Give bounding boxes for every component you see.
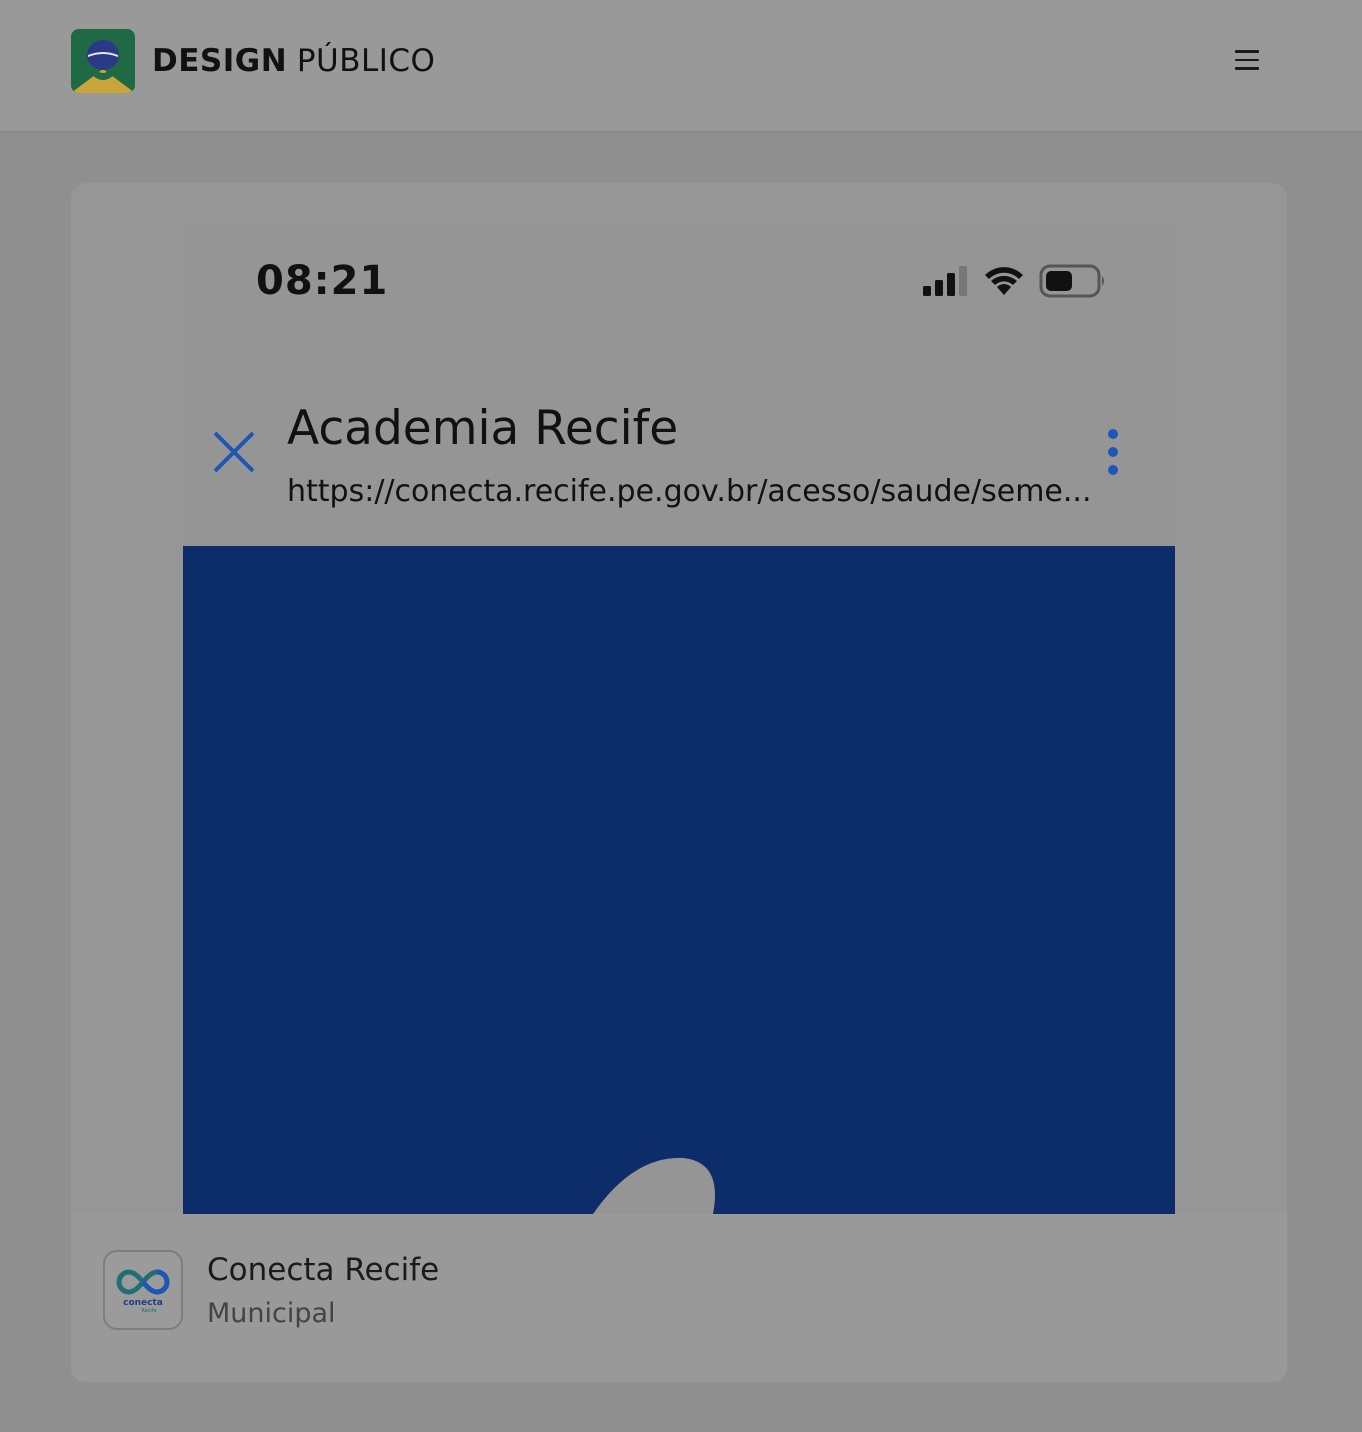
- webview-content: [183, 546, 1175, 1214]
- cellular-signal-icon: [923, 266, 967, 296]
- wifi-icon: [985, 267, 1023, 295]
- conecta-recife-app-icon[interactable]: conecta Recife: [103, 1250, 183, 1330]
- brand-name-bold: DESIGN: [152, 43, 288, 79]
- conecta-recife-logo: conecta Recife: [116, 1269, 170, 1314]
- status-bar-icons: [923, 264, 1107, 298]
- app-icon-subtext: Recife: [141, 1308, 156, 1314]
- close-icon: [213, 431, 255, 473]
- webview-loading-shape: [593, 1157, 715, 1214]
- status-bar-time: 08:21: [256, 258, 389, 304]
- app-showcase-card[interactable]: 08:21 Academia Recife https://conecta.re…: [71, 183, 1287, 1382]
- app-icon-text: conecta: [123, 1298, 163, 1308]
- app-name: Conecta Recife: [207, 1252, 440, 1288]
- battery-icon: [1039, 264, 1104, 298]
- more-vertical-icon-dot: [1108, 465, 1118, 475]
- app-info-footer: conecta Recife Conecta Recife Municipal: [71, 1214, 1287, 1382]
- more-vertical-icon-dot: [1108, 447, 1118, 457]
- site-header: DESIGN PÚBLICO: [0, 0, 1362, 133]
- design-publico-logo: [71, 28, 135, 93]
- hamburger-menu-icon-line: [1235, 67, 1259, 70]
- close-button[interactable]: [213, 431, 255, 473]
- hamburger-menu-icon: [1235, 50, 1259, 53]
- more-vertical-icon: [1108, 429, 1118, 439]
- hamburger-menu-button[interactable]: [1222, 40, 1272, 80]
- brand-name-light: PÚBLICO: [296, 43, 436, 79]
- brand-name: DESIGN PÚBLICO: [152, 28, 435, 93]
- hamburger-menu-icon-line: [1235, 58, 1259, 62]
- browser-page-url: https://conecta.recife.pe.gov.br/acesso/…: [287, 474, 1092, 509]
- app-category: Municipal: [207, 1298, 336, 1329]
- brand-home-link[interactable]: DESIGN PÚBLICO: [71, 28, 435, 93]
- app-screenshot: 08:21 Academia Recife https://conecta.re…: [183, 226, 1175, 1214]
- browser-page-title: Academia Recife: [287, 401, 679, 456]
- more-options-button[interactable]: [1103, 429, 1123, 475]
